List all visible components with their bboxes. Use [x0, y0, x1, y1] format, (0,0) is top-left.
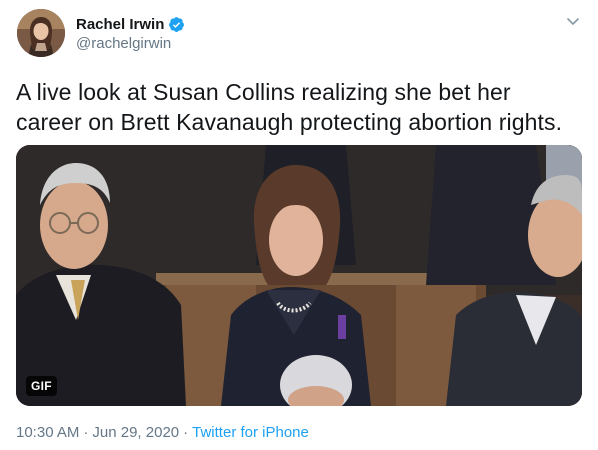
- tweet-time[interactable]: 10:30 AM: [16, 424, 79, 441]
- tweet-gif-media[interactable]: [16, 145, 582, 406]
- gif-badge: GIF: [26, 376, 57, 396]
- tweet-text: A live look at Susan Collins realizing s…: [16, 79, 563, 135]
- tweet-meta: 10:30 AM · Jun 29, 2020 · Twitter for iPhone: [16, 424, 309, 441]
- tweet-source-link[interactable]: Twitter for iPhone: [192, 424, 309, 441]
- author-handle[interactable]: @rachelgirwin: [76, 35, 171, 52]
- tweet-date[interactable]: Jun 29, 2020: [92, 424, 179, 441]
- author-avatar[interactable]: [17, 9, 65, 57]
- verified-badge-icon: [168, 16, 185, 33]
- author-name-row[interactable]: Rachel Irwin: [76, 14, 185, 34]
- author-display-name[interactable]: Rachel Irwin: [76, 16, 164, 33]
- meta-separator: ·: [83, 424, 89, 441]
- chevron-down-icon[interactable]: [566, 14, 580, 28]
- tweet-card: Rachel Irwin @rachelgirwin A live look a…: [0, 0, 598, 450]
- meta-separator: ·: [183, 424, 189, 441]
- tweet-timestamp[interactable]: 10:30 AM · Jun 29, 2020: [16, 424, 179, 441]
